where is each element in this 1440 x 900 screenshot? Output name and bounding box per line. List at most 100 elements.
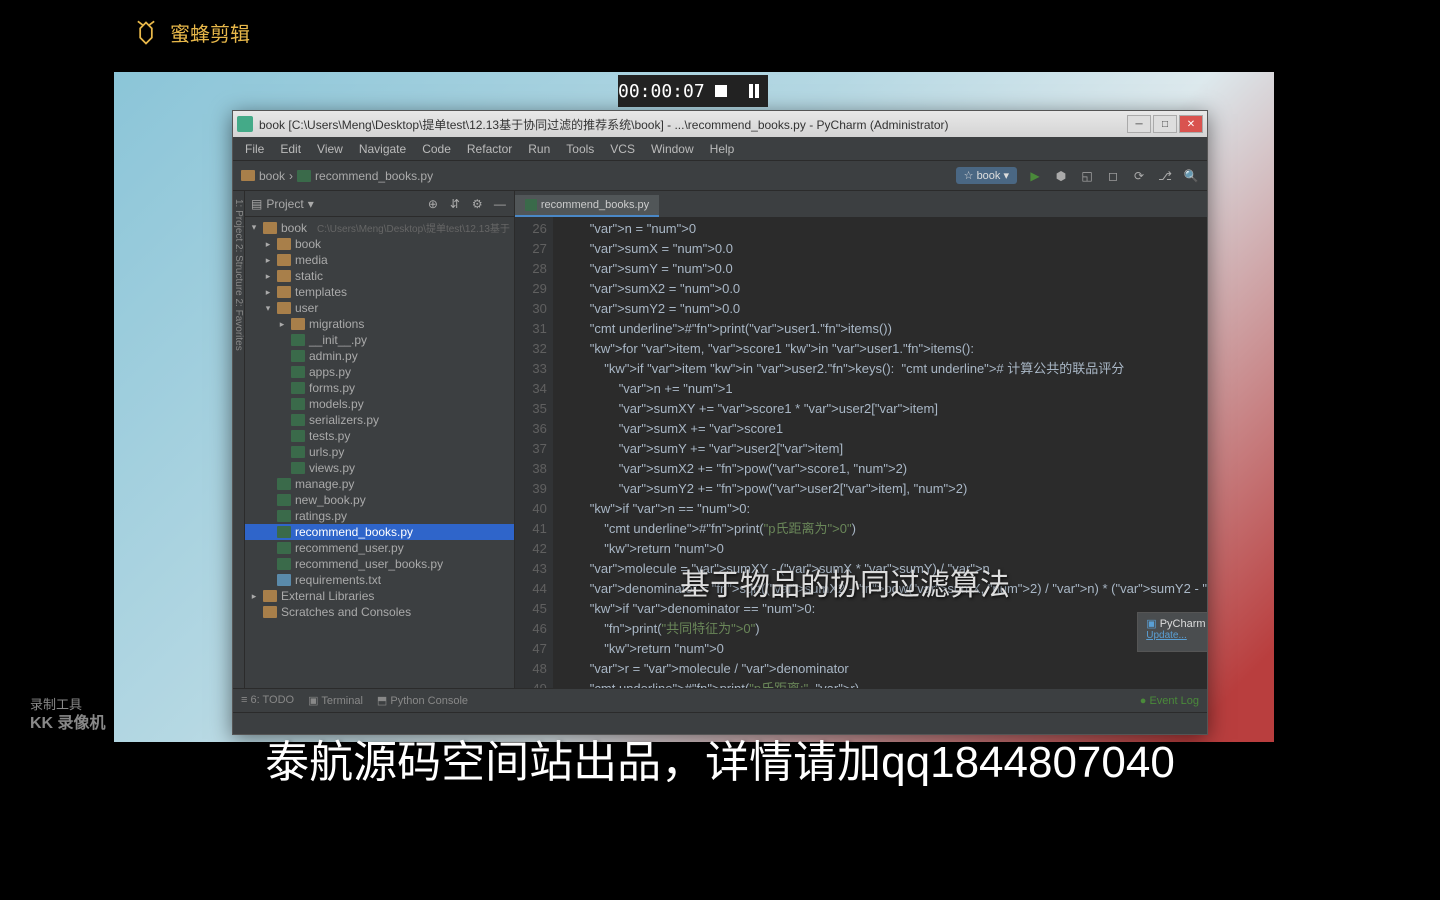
- folder-icon: [277, 254, 291, 266]
- breadcrumb[interactable]: book › recommend_books.py: [241, 169, 433, 183]
- app-icon: [237, 116, 253, 132]
- bottom-tab[interactable]: ≡ 6: TODO: [241, 694, 294, 707]
- locate-icon[interactable]: ⊕: [428, 197, 442, 211]
- run-config-select[interactable]: ☆ book ▾: [956, 167, 1017, 184]
- video-subtitle-main: 泰航源码空间站出品，详情请加qq1844807040: [265, 726, 1175, 790]
- watermark-bl-line2: KK 录像机: [30, 714, 106, 735]
- tree-item-static[interactable]: ▸static: [245, 268, 514, 284]
- project-dropdown-icon[interactable]: ▤: [251, 197, 262, 211]
- tree-label: views.py: [309, 461, 355, 475]
- tree-item-serializers-py[interactable]: serializers.py: [245, 412, 514, 428]
- left-tool-gutter[interactable]: 1: Project 2: Structure 2: Favorites: [233, 191, 245, 688]
- menu-refactor[interactable]: Refactor: [461, 140, 518, 158]
- tree-item-recommend-user-books-py[interactable]: recommend_user_books.py: [245, 556, 514, 572]
- tree-item---init---py[interactable]: __init__.py: [245, 332, 514, 348]
- tree-item-recommend-books-py[interactable]: recommend_books.py: [245, 524, 514, 540]
- main-area: 1: Project 2: Structure 2: Favorites ▤ P…: [233, 191, 1207, 688]
- window-controls: ─ □ ✕: [1127, 115, 1203, 133]
- tree-item-user[interactable]: ▾user: [245, 300, 514, 316]
- titlebar[interactable]: book [C:\Users\Meng\Desktop\提单test\12.13…: [233, 111, 1207, 137]
- tree-item-apps-py[interactable]: apps.py: [245, 364, 514, 380]
- tree-item-requirements-txt[interactable]: requirements.txt: [245, 572, 514, 588]
- coverage-button[interactable]: ◱: [1079, 168, 1095, 184]
- menubar: FileEditViewNavigateCodeRefactorRunTools…: [233, 137, 1207, 161]
- tree-item-recommend-user-py[interactable]: recommend_user.py: [245, 540, 514, 556]
- watermark-top-text: 蜜蜂剪辑: [170, 18, 250, 47]
- git-button[interactable]: ⎇: [1157, 168, 1173, 184]
- menu-navigate[interactable]: Navigate: [353, 140, 412, 158]
- recorder-stop-button[interactable]: [705, 75, 737, 107]
- recorder-pause-button[interactable]: [736, 75, 768, 107]
- stop-button[interactable]: ◻: [1105, 168, 1121, 184]
- tree-label: recommend_user.py: [295, 541, 404, 555]
- tree-arrow-icon: ▸: [249, 591, 259, 602]
- chevron-down-icon[interactable]: ▾: [308, 197, 314, 211]
- maximize-button[interactable]: □: [1153, 115, 1177, 133]
- tree-label: templates: [295, 285, 347, 299]
- tree-item-book[interactable]: ▸book: [245, 236, 514, 252]
- tree-item-external-libraries[interactable]: ▸External Libraries: [245, 588, 514, 604]
- search-button[interactable]: 🔍: [1183, 168, 1199, 184]
- menu-run[interactable]: Run: [522, 140, 556, 158]
- tree-arrow-icon: ▸: [263, 255, 273, 266]
- python-file-icon: [525, 199, 537, 211]
- tree-label: new_book.py: [295, 493, 366, 507]
- project-sidebar: ▤ Project ▾ ⊕ ⇵ ⚙ — ▾bookC:\Users\Meng\D…: [245, 191, 515, 688]
- tree-item-scratches-and-consoles[interactable]: Scratches and Consoles: [245, 604, 514, 620]
- tree-item-templates[interactable]: ▸templates: [245, 284, 514, 300]
- tree-label: migrations: [309, 317, 364, 331]
- minimize-button[interactable]: ─: [1127, 115, 1151, 133]
- pyfile-icon: [291, 446, 305, 458]
- hide-icon[interactable]: —: [494, 197, 508, 211]
- menu-window[interactable]: Window: [645, 140, 700, 158]
- update-notification[interactable]: ▣ PyCharm 2019.3.5 available Update...: [1137, 612, 1207, 652]
- menu-tools[interactable]: Tools: [560, 140, 600, 158]
- debug-button[interactable]: ⬢: [1053, 168, 1069, 184]
- menu-edit[interactable]: Edit: [274, 140, 307, 158]
- tree-arrow-icon: ▾: [249, 222, 259, 233]
- menu-help[interactable]: Help: [704, 140, 741, 158]
- pyfile-icon: [291, 382, 305, 394]
- tree-label: recommend_books.py: [295, 525, 413, 539]
- tree-item-views-py[interactable]: views.py: [245, 460, 514, 476]
- editor-tab-active[interactable]: recommend_books.py: [515, 195, 659, 217]
- run-button[interactable]: ▶: [1027, 168, 1043, 184]
- python-file-icon: [297, 170, 311, 182]
- editor-tabs: recommend_books.py: [515, 191, 1207, 217]
- collapse-icon[interactable]: ⇵: [450, 197, 464, 211]
- bottom-tab[interactable]: ⬒ Python Console: [377, 694, 468, 707]
- code-content[interactable]: "var">n = "num">0 "var">sumX = "num">0.0…: [553, 217, 1207, 688]
- tree-item-forms-py[interactable]: forms.py: [245, 380, 514, 396]
- menu-vcs[interactable]: VCS: [604, 140, 641, 158]
- tree-item-migrations[interactable]: ▸ migrations: [245, 316, 514, 332]
- tree-item-admin-py[interactable]: admin.py: [245, 348, 514, 364]
- event-log-button[interactable]: ● Event Log: [1140, 695, 1199, 707]
- tree-item-urls-py[interactable]: urls.py: [245, 444, 514, 460]
- tree-item-ratings-py[interactable]: ratings.py: [245, 508, 514, 524]
- settings-icon[interactable]: ⚙: [472, 197, 486, 211]
- bottom-toolbar: ≡ 6: TODO ▣ Terminal ⬒ Python Console ● Ev…: [233, 688, 1207, 712]
- tree-item-book[interactable]: ▾bookC:\Users\Meng\Desktop\提单test\12.13基…: [245, 219, 514, 236]
- project-tree[interactable]: ▾bookC:\Users\Meng\Desktop\提单test\12.13基…: [245, 217, 514, 688]
- tree-arrow-icon: ▸: [277, 319, 287, 330]
- bottom-tabs: ≡ 6: TODO ▣ Terminal ⬒ Python Console: [241, 694, 468, 707]
- tree-item-media[interactable]: ▸media: [245, 252, 514, 268]
- build-button[interactable]: ⟳: [1131, 168, 1147, 184]
- menu-file[interactable]: File: [239, 140, 270, 158]
- bottom-tab[interactable]: ▣ Terminal: [308, 694, 363, 707]
- info-icon: ▣: [1146, 618, 1156, 630]
- tree-item-new-book-py[interactable]: new_book.py: [245, 492, 514, 508]
- watermark-bottom-left: 录制工具 KK 录像机: [30, 697, 106, 735]
- toolbar-right: ☆ book ▾ ▶ ⬢ ◱ ◻ ⟳ ⎇ 🔍: [956, 167, 1199, 184]
- code-area[interactable]: 2627282930313233343536373839404142434445…: [515, 217, 1207, 688]
- tree-item-models-py[interactable]: models.py: [245, 396, 514, 412]
- menu-code[interactable]: Code: [416, 140, 457, 158]
- tree-item-manage-py[interactable]: manage.py: [245, 476, 514, 492]
- menu-view[interactable]: View: [311, 140, 349, 158]
- notification-link[interactable]: Update...: [1146, 630, 1207, 641]
- tree-label: static: [295, 269, 323, 283]
- tree-label: book: [295, 237, 321, 251]
- tree-item-tests-py[interactable]: tests.py: [245, 428, 514, 444]
- tree-label: tests.py: [309, 429, 350, 443]
- close-button[interactable]: ✕: [1179, 115, 1203, 133]
